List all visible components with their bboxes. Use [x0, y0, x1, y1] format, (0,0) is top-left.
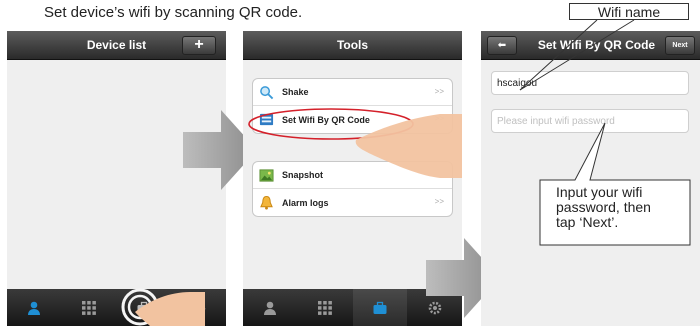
bell-icon [260, 195, 273, 210]
page-caption: Set device’s wifi by scanning QR code. [44, 4, 303, 21]
wifi-name-field[interactable]: hscaigou [491, 71, 689, 95]
device-list-tabbar [7, 289, 226, 326]
menu-item-shake[interactable]: Shake >> [253, 79, 452, 106]
magnifier-icon [260, 85, 274, 99]
grid-icon [82, 300, 97, 315]
wifi-name-callout-text: Wifi name [597, 4, 661, 20]
picture-icon [259, 168, 274, 182]
menu-item-set-wifi-qr[interactable]: Set Wifi By QR Code >> [253, 106, 452, 133]
tab-settings[interactable] [171, 289, 226, 326]
chevron-right-icon: >> [434, 87, 444, 96]
tab-devices[interactable] [243, 289, 298, 326]
tab-grid[interactable] [62, 289, 117, 326]
menu-item-alarm-logs[interactable]: Alarm logs >> [253, 189, 452, 216]
menu-label-set-wifi-qr: Set Wifi By QR Code [282, 114, 370, 125]
tools-menu-group-2: Snapshot Alarm logs >> [252, 161, 453, 217]
menu-label-shake: Shake [282, 87, 309, 97]
menu-label-snapshot: Snapshot [282, 170, 324, 180]
password-callout-line-2: password, then [556, 199, 651, 215]
chevron-right-icon: >> [434, 197, 444, 206]
qr-scan-icon [259, 113, 274, 126]
user-icon [264, 301, 277, 315]
tools-navbar: Tools [243, 31, 462, 60]
user-icon [28, 301, 41, 315]
wifi-password-field[interactable]: Please input wifi password [491, 109, 689, 133]
gear-icon [192, 301, 205, 314]
tab-tools[interactable] [352, 289, 408, 326]
chevron-right-icon: >> [434, 114, 444, 123]
add-device-button[interactable]: + [182, 36, 216, 55]
tab-grid[interactable] [298, 289, 353, 326]
password-callout-line-3: tap ‘Next’. [556, 214, 619, 230]
tab-tools[interactable] [117, 289, 172, 326]
password-callout-line-1: Input your wifi [556, 184, 643, 200]
device-list-navbar: Device list + [7, 31, 226, 60]
set-wifi-navbar: ⬅ Set Wifi By QR Code Next [481, 31, 700, 60]
toolbox-icon [137, 301, 151, 314]
next-button[interactable]: Next [665, 36, 695, 55]
menu-label-alarm-logs: Alarm logs [282, 197, 329, 208]
menu-item-snapshot[interactable]: Snapshot [253, 162, 452, 189]
grid-icon [318, 300, 333, 315]
wifi-name-callout: Wifi name [569, 3, 689, 20]
toolbox-icon [373, 301, 387, 314]
set-wifi-screen: ⬅ Set Wifi By QR Code Next hscaigou Plea… [481, 31, 700, 326]
tab-devices[interactable] [7, 289, 62, 326]
tools-menu-group-1: Shake >> Set Wifi By QR Code >> [252, 78, 453, 134]
tools-title: Tools [336, 38, 369, 52]
